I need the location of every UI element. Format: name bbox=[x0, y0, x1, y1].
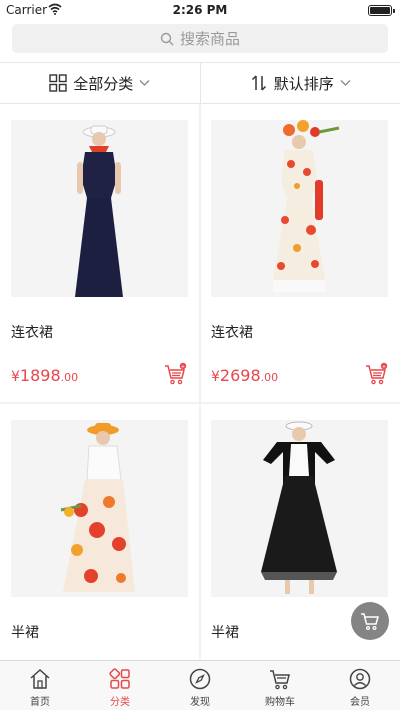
tab-home-label: 首页 bbox=[30, 697, 50, 708]
sort-icon bbox=[251, 75, 266, 91]
product-price: ¥2698.00 bbox=[211, 366, 279, 385]
tab-discover-label: 发现 bbox=[190, 697, 210, 708]
tab-discover[interactable]: 发现 bbox=[160, 661, 240, 710]
sort-filter[interactable]: 默认排序 bbox=[199, 63, 400, 103]
search-icon bbox=[160, 32, 174, 45]
battery-icon bbox=[368, 5, 395, 16]
product-name[interactable]: 连衣裙 bbox=[11, 322, 53, 342]
cart-icon bbox=[361, 613, 379, 631]
category-filter[interactable]: 全部分类 bbox=[0, 63, 200, 103]
tab-member[interactable]: 会员 bbox=[320, 661, 400, 710]
chevron-down-icon bbox=[340, 80, 351, 86]
compass-icon bbox=[189, 668, 211, 690]
product-name[interactable]: 半裙 bbox=[11, 622, 39, 642]
tab-cart[interactable]: 购物车 bbox=[240, 661, 320, 710]
status-time: 2:26 PM bbox=[172, 3, 228, 17]
product-image[interactable] bbox=[211, 120, 388, 297]
svg-text:+: + bbox=[382, 364, 386, 370]
product-grid: 连衣裙 ¥1898.00 + 连衣裙 ¥2698.00 + 半裙 半裙 bbox=[0, 104, 400, 660]
tab-cart-label: 购物车 bbox=[265, 697, 295, 708]
product-card[interactable]: 连衣裙 ¥1898.00 + bbox=[0, 104, 199, 402]
svg-text:+: + bbox=[181, 364, 185, 370]
home-icon bbox=[30, 668, 50, 689]
search-placeholder: 搜索商品 bbox=[179, 30, 240, 48]
add-to-cart-button[interactable]: + bbox=[364, 362, 388, 386]
product-card[interactable]: 连衣裙 ¥2698.00 + bbox=[201, 104, 400, 402]
product-image[interactable] bbox=[11, 120, 188, 297]
search-bar: 搜索商品 bbox=[0, 20, 400, 62]
add-to-cart-button[interactable]: + bbox=[163, 362, 187, 386]
grid-icon bbox=[49, 74, 67, 92]
tab-member-label: 会员 bbox=[350, 697, 370, 708]
product-image[interactable] bbox=[11, 420, 188, 597]
product-price: ¥1898.00 bbox=[11, 366, 79, 385]
user-icon bbox=[349, 668, 371, 690]
filter-bar: 全部分类 默认排序 bbox=[0, 62, 400, 104]
product-image[interactable] bbox=[211, 420, 388, 597]
floating-cart-button[interactable] bbox=[351, 602, 389, 640]
cart-icon bbox=[270, 670, 290, 690]
product-card[interactable]: 半裙 bbox=[0, 404, 199, 660]
product-name[interactable]: 半裙 bbox=[211, 622, 239, 642]
chevron-down-icon bbox=[139, 80, 150, 86]
search-input[interactable]: 搜索商品 bbox=[12, 24, 388, 53]
category-filter-label: 全部分类 bbox=[73, 74, 134, 93]
tab-category[interactable]: 分类 bbox=[80, 661, 160, 710]
product-name[interactable]: 连衣裙 bbox=[211, 322, 253, 342]
category-icon bbox=[109, 668, 130, 689]
tab-home[interactable]: 首页 bbox=[0, 661, 80, 710]
tab-category-label: 分类 bbox=[110, 697, 130, 708]
tab-bar: 首页 分类 发现 购物车 会员 bbox=[0, 660, 400, 710]
sort-filter-label: 默认排序 bbox=[273, 74, 334, 93]
status-bar: Carrier 2:26 PM bbox=[0, 0, 400, 20]
